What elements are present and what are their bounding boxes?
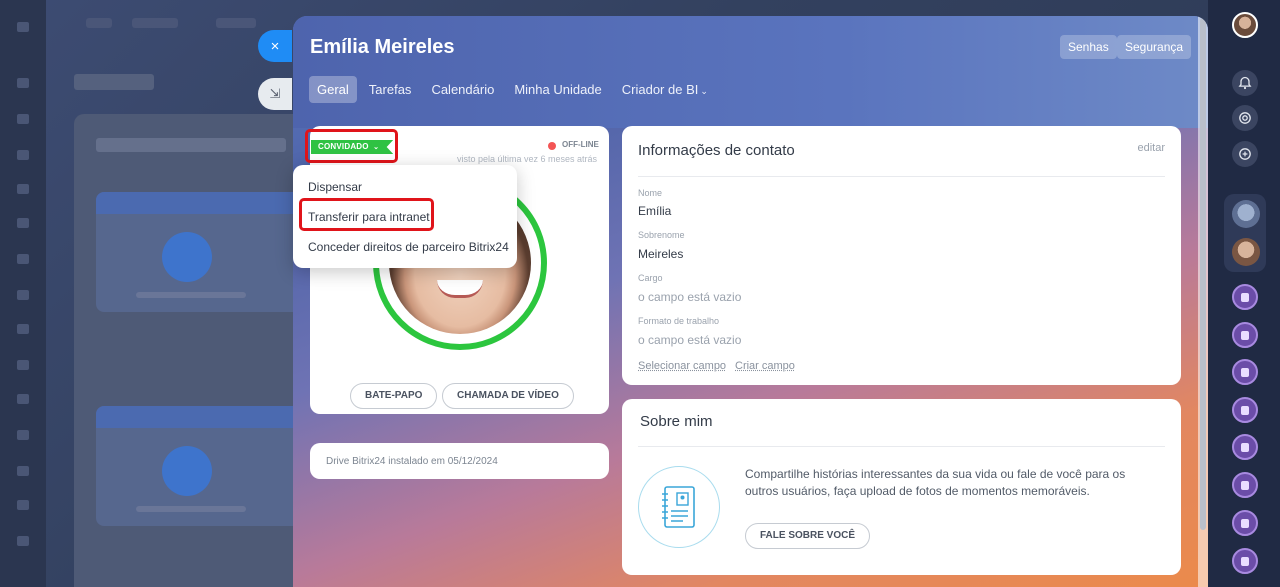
field-value-work-format[interactable]: o campo está vazio [638, 333, 741, 347]
status-actions-menu: Dispensar Transferir para intranet Conce… [293, 165, 517, 268]
profile-slider: Emília Meireles Senhas Segurança Geral T… [293, 16, 1208, 587]
contact-info-card: Informações de contato editar Nome Emíli… [622, 126, 1181, 385]
tell-about-yourself-button[interactable]: FALE SOBRE VOCÊ [745, 523, 871, 549]
online-status: OFF-LINE [562, 140, 599, 149]
field-value-surname: Meireles [638, 247, 684, 261]
field-label: Sobrenome [638, 230, 685, 240]
security-button[interactable]: Segurança [1117, 35, 1192, 59]
chat-bubble-icon[interactable] [1232, 434, 1258, 460]
chat-bubble-icon[interactable] [1232, 472, 1258, 498]
chevron-down-icon: ⌄ [373, 144, 380, 151]
menu-item-dismiss[interactable]: Dispensar [308, 180, 362, 194]
divider [638, 176, 1165, 177]
tab-minha-unidade[interactable]: Minha Unidade [506, 76, 609, 103]
offline-status-dot [548, 142, 556, 150]
field-value-name: Emília [638, 204, 672, 218]
chat-bubble-icon[interactable] [1232, 322, 1258, 348]
chat-bubble-icon[interactable] [1232, 284, 1258, 310]
chat-bubble-icon[interactable] [1232, 510, 1258, 536]
copilot-icon[interactable] [1232, 105, 1258, 131]
menu-item-grant-partner-rights[interactable]: Conceder direitos de parceiro Bitrix24 [308, 240, 509, 254]
status-badge[interactable]: CONVIDADO ⌄ [311, 140, 394, 154]
close-slider-button[interactable]: × [258, 30, 292, 62]
background-left-sidebar [0, 0, 46, 587]
notifications-bell-icon[interactable] [1232, 70, 1258, 96]
tab-tarefas[interactable]: Tarefas [361, 76, 420, 103]
drive-info-card: Drive Bitrix24 instalado em 05/12/2024 [310, 443, 609, 479]
tab-criador-de-bi[interactable]: Criador de BI ⌄ [614, 76, 716, 103]
field-label: Formato de trabalho [638, 316, 720, 326]
scrollbar[interactable] [1198, 16, 1208, 587]
tab-geral[interactable]: Geral [309, 76, 357, 103]
chevron-down-icon: ⌄ [700, 86, 708, 96]
field-value-position[interactable]: o campo está vazio [638, 290, 741, 304]
about-me-icon [638, 466, 720, 548]
contact-info-title: Informações de contato [638, 142, 795, 159]
recent-chat-avatar[interactable] [1232, 200, 1260, 228]
tab-label: Criador de BI [621, 82, 699, 97]
collapse-slider-button[interactable]: ⇲ [258, 78, 292, 110]
recent-chat-avatar[interactable] [1232, 238, 1260, 266]
drive-info-text: Drive Bitrix24 instalado em 05/12/2024 [326, 456, 498, 467]
chat-bubble-icon[interactable] [1232, 397, 1258, 423]
passwords-button[interactable]: Senhas [1060, 35, 1117, 59]
status-badge-label: CONVIDADO [318, 142, 369, 151]
last-seen-text: visto pela última vez 6 meses atrás [457, 154, 598, 164]
background-heading [74, 74, 154, 90]
scrollbar-thumb[interactable] [1200, 18, 1206, 530]
select-field-link[interactable]: Selecionar campo [638, 360, 726, 372]
menu-item-transfer-to-intranet[interactable]: Transferir para intranet [308, 210, 430, 224]
collapse-icon: ⇲ [269, 86, 281, 101]
field-label: Nome [638, 188, 663, 198]
chat-bubble-icon[interactable] [1232, 359, 1258, 385]
chat-button[interactable]: BATE-PAPO [350, 383, 438, 409]
right-rail [1208, 0, 1280, 587]
messenger-search-icon[interactable] [1232, 141, 1258, 167]
about-me-title: Sobre mim [640, 413, 713, 430]
close-icon: × [270, 37, 280, 55]
divider [638, 446, 1165, 447]
user-avatar[interactable] [1232, 12, 1258, 38]
background-widget-panel [74, 114, 314, 587]
about-me-card: Sobre mim Compartilhe histórias interess… [622, 399, 1181, 575]
badge-highlight: CONVIDADO ⌄ [305, 129, 398, 163]
edit-link[interactable]: editar [1137, 142, 1165, 154]
tab-calendario[interactable]: Calendário [423, 76, 502, 103]
field-label: Cargo [638, 273, 663, 283]
chat-bubble-icon[interactable] [1232, 548, 1258, 574]
profile-tabs: Geral Tarefas Calendário Minha Unidade C… [309, 76, 716, 103]
video-call-button[interactable]: CHAMADA DE VÍDEO [442, 383, 574, 409]
create-field-link[interactable]: Criar campo [735, 360, 795, 372]
about-me-text: Compartilhe histórias interessantes da s… [745, 467, 1126, 498]
page-title: Emília Meireles [310, 36, 455, 58]
